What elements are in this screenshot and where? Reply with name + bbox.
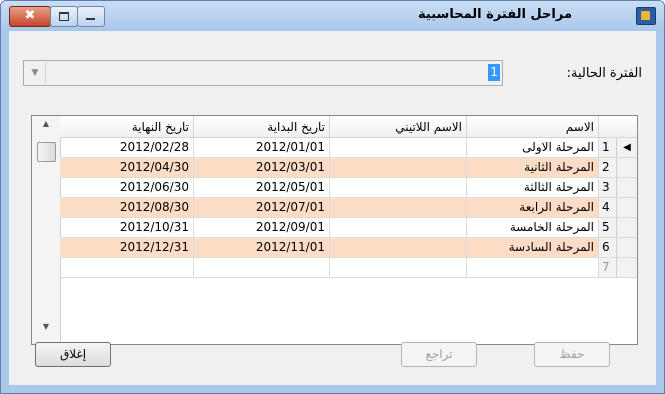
new-table-row[interactable]: 7 — [60, 258, 637, 278]
table-row[interactable]: 2012/04/30 2012/03/01 المرحلة الثانية 2 — [60, 158, 637, 178]
current-period-combobox[interactable]: ▼ 1 — [23, 60, 503, 86]
latin-name-cell[interactable] — [330, 158, 467, 178]
row-number-cell: 5 — [599, 218, 617, 238]
window-title: مراحل الفترة المحاسبية — [418, 7, 572, 22]
row-number-cell: 1 — [599, 138, 617, 158]
name-cell[interactable]: المرحلة الرابعة — [467, 198, 599, 218]
start-date-cell[interactable]: 2012/09/01 — [194, 218, 330, 238]
end-date-cell[interactable]: 2012/08/30 — [60, 198, 194, 218]
table-row[interactable]: 2012/06/30 2012/05/01 المرحلة الثالثة 3 — [60, 178, 637, 198]
start-date-cell[interactable]: 2012/05/01 — [194, 178, 330, 198]
row-number-cell: 6 — [599, 238, 617, 258]
latin-name-cell[interactable] — [330, 178, 467, 198]
latin-name-cell[interactable] — [330, 138, 467, 158]
table-row[interactable]: 2012/10/31 2012/09/01 المرحلة الخامسة 5 — [60, 218, 637, 238]
close-button[interactable]: إغلاق — [35, 342, 111, 367]
end-date-cell[interactable]: 2012/02/28 — [60, 138, 194, 158]
chevron-down-icon[interactable]: ▼ — [25, 62, 46, 84]
column-header-start-date[interactable]: تاريخ البداية — [194, 116, 330, 138]
start-date-cell[interactable]: 2012/07/01 — [194, 198, 330, 218]
latin-name-cell[interactable] — [330, 238, 467, 258]
calendar-app-icon — [636, 7, 656, 25]
close-icon: ✖ — [24, 8, 36, 23]
scroll-up-arrow-icon[interactable]: ▲ — [32, 119, 60, 131]
end-date-cell[interactable]: 2012/04/30 — [60, 158, 194, 178]
table-row[interactable]: 2012/02/28 2012/01/01 المرحلة الاولى 1 ◀ — [60, 138, 637, 158]
name-cell[interactable]: المرحلة الخامسة — [467, 218, 599, 238]
row-selector[interactable] — [617, 218, 637, 238]
name-cell[interactable]: المرحلة السادسة — [467, 238, 599, 258]
row-number-cell: 2 — [599, 158, 617, 178]
undo-button[interactable]: تراجع — [401, 342, 477, 367]
name-cell[interactable]: المرحلة الاولى — [467, 138, 599, 158]
periods-grid[interactable]: ▲ ▼ تاريخ النهاية تاريخ البداية الاسم ال… — [31, 115, 638, 345]
row-selector[interactable] — [617, 178, 637, 198]
start-date-cell[interactable]: 2012/03/01 — [194, 158, 330, 178]
table-row[interactable]: 2012/12/31 2012/11/01 المرحلة السادسة 6 — [60, 238, 637, 258]
latin-name-cell[interactable] — [330, 218, 467, 238]
window-close-button[interactable]: ✖ — [9, 6, 51, 27]
start-date-cell[interactable]: 2012/01/01 — [194, 138, 330, 158]
window-maximize-button[interactable] — [50, 6, 78, 27]
column-header-end-date[interactable]: تاريخ النهاية — [60, 116, 194, 138]
name-cell[interactable]: المرحلة الثانية — [467, 158, 599, 178]
scroll-thumb[interactable] — [37, 142, 56, 162]
title-bar[interactable]: ✖ مراحل الفترة المحاسبية — [1, 1, 664, 31]
column-header-latin-name[interactable]: الاسم اللاتيني — [330, 116, 467, 138]
column-header-name[interactable]: الاسم — [467, 116, 599, 138]
row-number-cell: 3 — [599, 178, 617, 198]
current-period-label: الفترة الحالية: — [566, 66, 642, 81]
end-date-cell[interactable]: 2012/10/31 — [60, 218, 194, 238]
end-date-cell[interactable]: 2012/12/31 — [60, 238, 194, 258]
end-date-cell[interactable]: 2012/06/30 — [60, 178, 194, 198]
table-row[interactable]: 2012/08/30 2012/07/01 المرحلة الرابعة 4 — [60, 198, 637, 218]
row-selector[interactable] — [617, 238, 637, 258]
row-selector[interactable] — [617, 198, 637, 218]
dialog-window: ✖ مراحل الفترة المحاسبية الفترة الحالية:… — [0, 0, 665, 394]
row-number-cell: 4 — [599, 198, 617, 218]
scroll-down-arrow-icon[interactable]: ▼ — [32, 322, 60, 334]
start-date-cell[interactable] — [194, 258, 330, 278]
latin-name-cell[interactable] — [330, 198, 467, 218]
name-cell[interactable]: المرحلة الثالثة — [467, 178, 599, 198]
column-header-row-number — [599, 116, 637, 138]
latin-name-cell[interactable] — [330, 258, 467, 278]
row-number-cell: 7 — [599, 258, 617, 278]
save-button[interactable]: حفظ — [534, 342, 610, 367]
vertical-scrollbar[interactable]: ▲ ▼ — [32, 116, 61, 344]
current-row-indicator-icon[interactable]: ◀ — [617, 138, 637, 158]
name-cell[interactable] — [467, 258, 599, 278]
window-minimize-button[interactable] — [77, 6, 105, 27]
end-date-cell[interactable] — [60, 258, 194, 278]
start-date-cell[interactable]: 2012/11/01 — [194, 238, 330, 258]
row-selector[interactable] — [617, 158, 637, 178]
row-selector[interactable] — [617, 258, 637, 278]
current-period-value: 1 — [488, 64, 500, 81]
dialog-client-area: الفترة الحالية: ▼ 1 ▲ ▼ تاريخ النهاية تا… — [9, 31, 656, 385]
